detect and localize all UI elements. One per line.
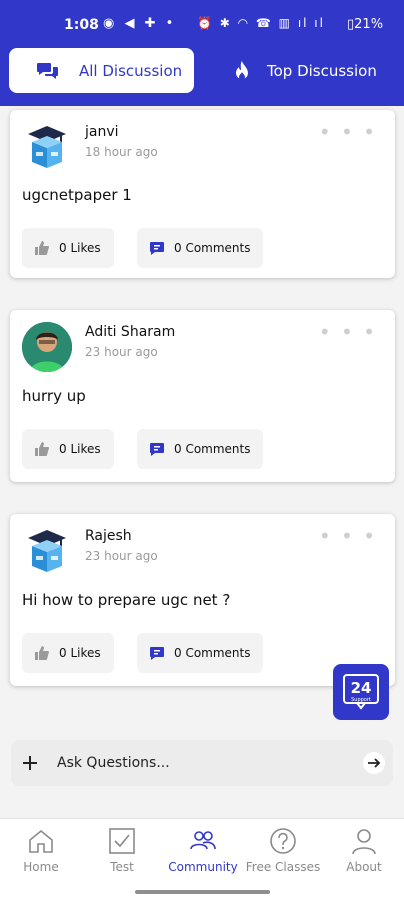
like-count: 0 Likes [59,646,101,660]
avatar [22,526,72,576]
comment-button[interactable]: 0 Comments [137,429,263,469]
post-menu-icon[interactable]: • • • [319,524,377,548]
comment-count: 0 Comments [174,646,251,660]
comment-count: 0 Comments [174,442,251,456]
nav-about[interactable]: About [324,827,404,874]
status-bar: 1:08 ◉ ◀ ✚ • ⏰ ✱ ◠ ☎ ▥ ıl ıl ▯21% [0,15,404,39]
send-button[interactable] [363,752,385,774]
person-icon [352,829,376,855]
support-chat-icon: 24 Support [343,674,379,710]
nav-home-label: Home [23,860,59,874]
post-text: Hi how to prepare ugc net ? [22,591,231,609]
nav-community-label: Community [168,860,238,874]
battery-indicator: ▯21% [347,17,384,32]
arrow-right-icon [368,758,381,768]
like-count: 0 Likes [59,442,101,456]
test-checkbox-icon [109,828,135,854]
post-card[interactable]: Rajesh 23 hour ago • • • Hi how to prepa… [10,514,395,686]
community-icon [190,831,216,850]
post-time: 18 hour ago [85,145,158,159]
help-circle-icon [270,828,296,854]
status-time: 1:08 [64,17,99,33]
support-button[interactable]: 24 Support [333,664,389,720]
comment-icon [150,242,164,255]
avatar [22,122,72,172]
post-menu-icon[interactable]: • • • [319,320,377,344]
post-card[interactable]: janvi 18 hour ago • • • ugcnetpaper 1 0 … [10,110,395,278]
home-indicator [135,890,270,894]
comment-icon [150,443,164,456]
nav-free-classes[interactable]: Free Classes [243,827,323,874]
thumbs-up-icon [35,646,49,660]
graduation-box-logo-icon [28,530,66,572]
notification-icons: ◉ ◀ ✚ • [103,16,177,31]
tab-top-discussion-label: Top Discussion [267,62,377,80]
comment-button[interactable]: 0 Comments [137,633,263,673]
tab-all-discussion-label: All Discussion [79,61,183,80]
ask-question-bar[interactable] [11,740,393,786]
tab-all-discussion[interactable]: All Discussion [9,48,194,93]
post-text: hurry up [22,387,86,405]
chat-bubbles-icon [37,62,58,79]
plus-icon[interactable] [21,754,39,772]
thumbs-up-icon [35,241,49,255]
bottom-navigation: Home Test Community Free Classes About [0,818,404,900]
system-icons: ⏰ ✱ ◠ ☎ ▥ ıl ıl [197,16,325,30]
home-icon [29,829,53,853]
comment-icon [150,647,164,660]
tab-top-discussion[interactable]: Top Discussion [232,56,377,86]
post-text: ugcnetpaper 1 [22,186,132,204]
nav-home[interactable]: Home [1,827,81,874]
nav-about-label: About [346,860,382,874]
ask-question-input[interactable] [57,755,337,771]
post-author: janvi [85,124,119,140]
avatar [22,322,72,372]
comment-count: 0 Comments [174,241,251,255]
support-number: 24 [351,679,372,697]
nav-test[interactable]: Test [82,827,162,874]
like-button[interactable]: 0 Likes [22,633,114,673]
graduation-box-logo-icon [28,126,66,168]
like-count: 0 Likes [59,241,101,255]
nav-community[interactable]: Community [163,827,243,874]
post-time: 23 hour ago [85,345,158,359]
post-author: Aditi Sharam [85,324,176,340]
app-header: 1:08 ◉ ◀ ✚ • ⏰ ✱ ◠ ☎ ▥ ıl ıl ▯21% All Di… [0,0,404,106]
comment-button[interactable]: 0 Comments [137,228,263,268]
like-button[interactable]: 0 Likes [22,429,114,469]
user-photo-icon [22,322,72,372]
post-card[interactable]: Aditi Sharam 23 hour ago • • • hurry up … [10,310,395,482]
support-sub: Support [351,697,371,703]
post-menu-icon[interactable]: • • • [319,120,377,144]
flame-icon [236,61,248,80]
post-author: Rajesh [85,528,132,544]
post-time: 23 hour ago [85,549,158,563]
nav-free-classes-label: Free Classes [245,860,321,874]
nav-test-label: Test [110,860,134,874]
thumbs-up-icon [35,442,49,456]
like-button[interactable]: 0 Likes [22,228,114,268]
